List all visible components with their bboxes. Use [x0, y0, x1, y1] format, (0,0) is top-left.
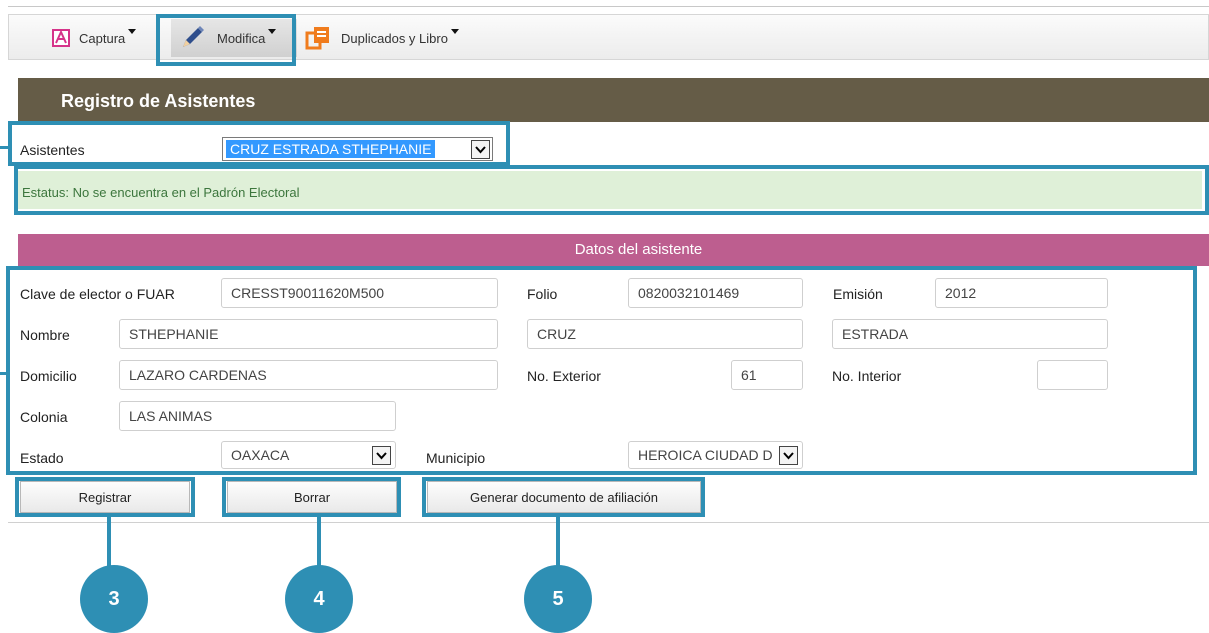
duplicados-menu[interactable]: Duplicados y Libro — [305, 23, 459, 53]
interior-input[interactable] — [1037, 360, 1108, 390]
emision-input[interactable]: 2012 — [935, 278, 1108, 308]
apellido-materno-input[interactable]: ESTRADA — [832, 319, 1108, 349]
domicilio-input[interactable]: LAZARO CARDENAS — [119, 360, 498, 390]
captura-menu[interactable]: Captura — [51, 23, 137, 53]
municipio-label: Municipio — [426, 450, 486, 466]
clave-input[interactable]: CRESST90011620M500 — [221, 278, 498, 308]
colonia-label: Colonia — [20, 409, 68, 425]
page-title: Registro de Asistentes — [18, 78, 1209, 122]
duplicados-label: Duplicados y Libro — [341, 30, 448, 46]
chevron-down-icon[interactable] — [779, 446, 798, 465]
duplicados-caret-icon — [450, 28, 459, 34]
modifica-highlight — [156, 14, 296, 66]
nombre-input[interactable]: STHEPHANIE — [119, 319, 498, 349]
asistentes-label: Asistentes — [20, 142, 85, 158]
chevron-down-icon[interactable] — [372, 446, 391, 465]
clave-label: Clave de elector o FUAR — [20, 286, 175, 302]
top-divider — [8, 6, 1209, 7]
municipio-select[interactable]: HEROICA CIUDAD D — [628, 441, 803, 469]
nombre-label: Nombre — [20, 327, 70, 343]
folio-input[interactable]: 0820032101469 — [628, 278, 803, 308]
captura-label: Captura — [79, 30, 126, 46]
municipio-value: HEROICA CIUDAD D — [638, 447, 773, 463]
callout-3: 3 — [80, 565, 148, 633]
captura-caret-icon — [128, 28, 137, 34]
emision-label: Emisión — [833, 286, 883, 302]
status-highlight — [14, 165, 1209, 215]
form-connector — [0, 372, 8, 375]
asistentes-selected-value: CRUZ ESTRADA STHEPHANIE — [226, 140, 436, 158]
colonia-input[interactable]: LAS ANIMAS — [119, 401, 396, 431]
borrar-highlight — [222, 477, 401, 517]
bottom-divider — [8, 522, 1209, 523]
asistentes-select[interactable]: CRUZ ESTRADA STHEPHANIE — [222, 137, 493, 161]
estado-select[interactable]: OAXACA — [221, 441, 396, 469]
estado-value: OAXACA — [231, 447, 290, 463]
captura-icon — [52, 29, 70, 47]
duplicate-icon — [305, 27, 329, 50]
asistentes-connector — [0, 146, 10, 149]
registrar-highlight — [15, 477, 195, 517]
callout-5-line — [556, 517, 560, 570]
callout-3-line — [107, 517, 111, 570]
domicilio-label: Domicilio — [20, 368, 77, 384]
folio-label: Folio — [527, 286, 558, 302]
callout-4-line — [317, 517, 321, 570]
callout-5: 5 — [524, 565, 592, 633]
apellido-paterno-input[interactable]: CRUZ — [527, 319, 803, 349]
generar-highlight — [422, 477, 705, 517]
section-title: Datos del asistente — [18, 234, 1209, 266]
interior-label: No. Interior — [832, 368, 902, 384]
callout-4: 4 — [285, 565, 353, 633]
exterior-label: No. Exterior — [527, 368, 601, 384]
estado-label: Estado — [20, 450, 64, 466]
chevron-down-icon[interactable] — [471, 140, 490, 159]
exterior-input[interactable]: 61 — [731, 360, 803, 390]
